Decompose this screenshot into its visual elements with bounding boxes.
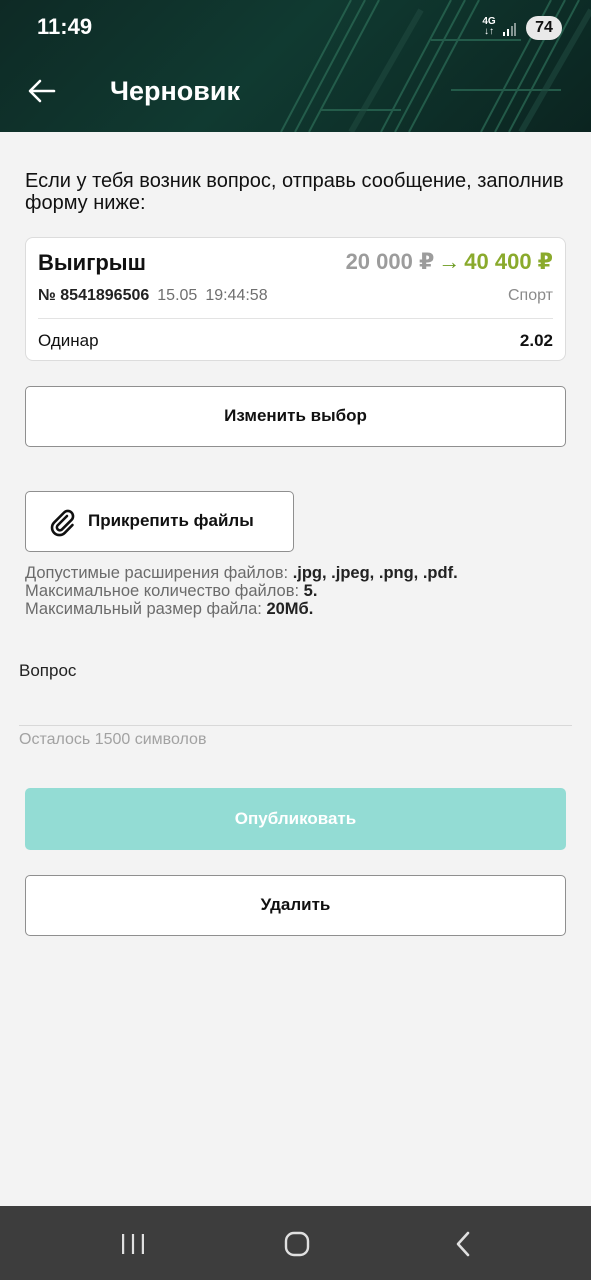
card-divider: [38, 318, 553, 319]
intro-text: Если у тебя возник вопрос, отправь сообщ…: [25, 170, 564, 214]
signal-icon: [503, 23, 516, 36]
publish-button[interactable]: Опубликовать: [25, 788, 566, 850]
system-nav-bar: [0, 1206, 591, 1280]
file-rule-size: Максимальный размер файла: 20Мб.: [25, 600, 314, 618]
bet-number: № 8541896506: [38, 287, 150, 304]
bet-meta: № 8541896506 15.05 19:44:58: [38, 287, 268, 305]
network-type-icon: 4G ↓↑: [482, 16, 496, 37]
file-rules: Допустимые расширения файлов: .jpg, .jpe…: [25, 564, 458, 618]
arrow-left-icon: [28, 79, 56, 103]
paperclip-icon: [50, 509, 75, 537]
status-time: 11:49: [37, 14, 93, 39]
battery-indicator: 74: [526, 16, 562, 40]
question-input[interactable]: [19, 690, 572, 726]
bet-amount: 20 000 ₽ → 40 400 ₽: [346, 249, 553, 275]
bet-time: 19:44:58: [205, 287, 268, 304]
back-icon[interactable]: [452, 1230, 474, 1258]
bet-date: 15.05: [157, 287, 198, 304]
back-button[interactable]: [26, 76, 60, 106]
bet-coefficient: 2.02: [519, 331, 553, 350]
home-icon[interactable]: [284, 1231, 310, 1257]
bet-stake: 20 000 ₽: [345, 249, 435, 274]
app-header: 11:49 4G ↓↑ 74 Черновик: [0, 0, 591, 132]
attach-files-button[interactable]: Прикрепить файлы: [25, 491, 294, 552]
change-choice-button[interactable]: Изменить выбор: [25, 386, 566, 447]
chars-left-counter: Осталось 1500 символов: [19, 731, 207, 748]
attach-files-label: Прикрепить файлы: [88, 511, 254, 530]
bet-type: Одинар: [38, 331, 99, 350]
arrow-right-icon: →: [438, 249, 461, 274]
delete-button[interactable]: Удалить: [25, 875, 566, 936]
question-label: Вопрос: [19, 661, 77, 680]
file-rule-count: Максимальное количество файлов: 5.: [25, 582, 318, 600]
recent-apps-icon[interactable]: [119, 1233, 147, 1255]
status-bar: 11:49 4G ↓↑ 74: [0, 0, 591, 56]
bet-category: Спорт: [508, 287, 553, 304]
file-rule-extensions: Допустимые расширения файлов: .jpg, .jpe…: [25, 564, 458, 582]
page-title: Черновик: [110, 76, 240, 106]
bet-card: Выигрыш 20 000 ₽ → 40 400 ₽ № 8541896506 15…: [25, 237, 566, 361]
bet-status: Выигрыш: [38, 250, 146, 275]
bet-payout: 40 400 ₽: [464, 249, 553, 274]
